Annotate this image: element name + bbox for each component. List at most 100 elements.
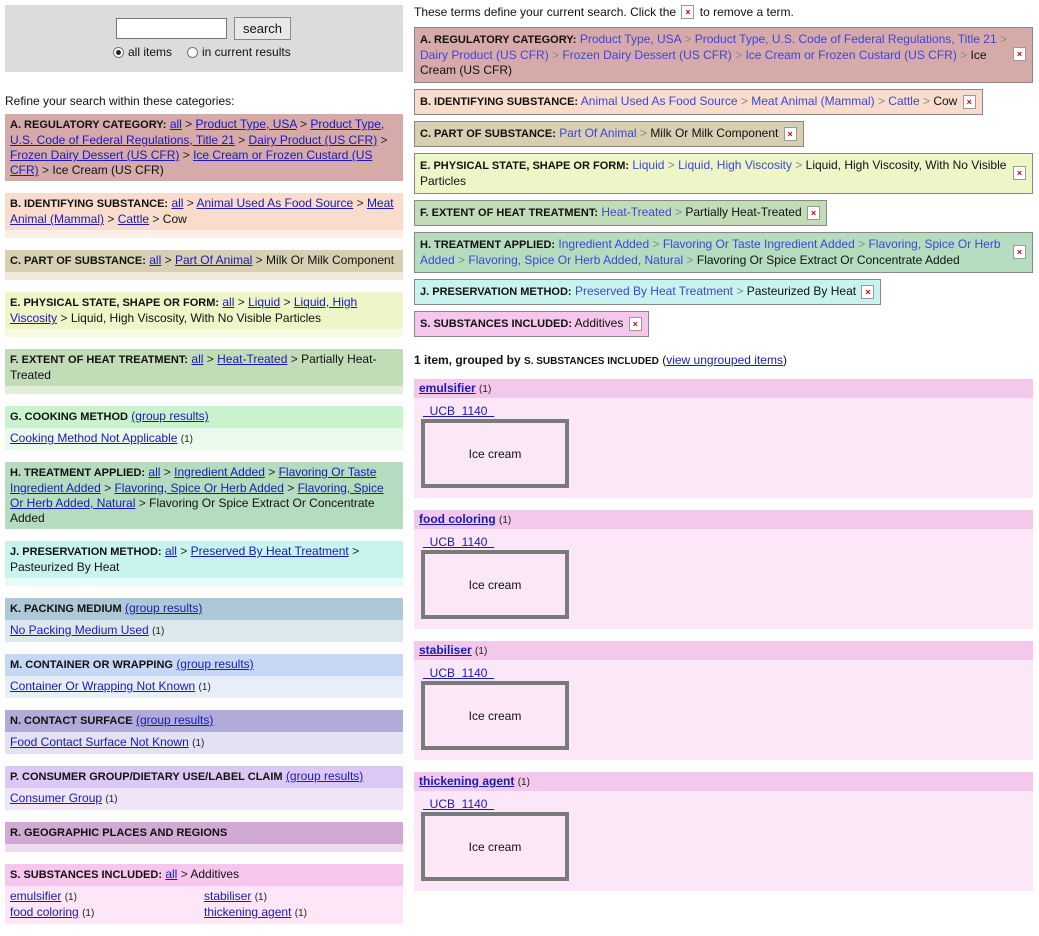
term-label: E. PHYSICAL STATE, SHAPE OR FORM [420,160,626,172]
facet-item: emulsifier (1) [10,889,204,905]
term-path-link[interactable]: Product Type, USA [580,32,681,46]
facet-link[interactable]: No Packing Medium Used [10,623,149,637]
group-title-link[interactable]: stabiliser [419,643,472,657]
category-h: H. TREATMENT APPLIED: all > Ingredient A… [5,462,403,529]
group-count: (1) [517,777,530,788]
category-c-all-link[interactable]: all [149,253,161,267]
result-group-body: UCB 1140 Ice cream [414,529,1033,629]
term-path-link[interactable]: Ice Cream or Frozen Custard (US CFR) [745,48,956,62]
category-f-label: F. EXTENT OF HEAT TREATMENT [10,354,185,366]
category-b-label: B. IDENTIFYING SUBSTANCE [10,198,165,210]
term-path-link[interactable]: Heat-Treated [601,205,671,219]
result-group: stabiliser (1) UCB 1140 Ice cream [414,641,1033,760]
record-card[interactable]: Ice cream [421,812,569,881]
category-r-footer [5,844,403,852]
remove-term-icon[interactable]: × [861,284,875,299]
remove-term-icon[interactable]: × [962,94,976,109]
search-input[interactable] [116,18,227,39]
category-b-all-link[interactable]: all [171,196,183,210]
category-j-all-link[interactable]: all [165,544,177,558]
record-link[interactable]: UCB 1140 [423,666,1027,680]
facet-link[interactable]: Food Contact Surface Not Known [10,735,189,749]
category-f-all-link[interactable]: all [191,352,203,366]
view-ungrouped-link[interactable]: view ungrouped items [666,353,783,367]
group-results-link[interactable]: (group results) [176,657,253,671]
path-link[interactable]: Product Type, USA [196,117,297,131]
group-title-link[interactable]: emulsifier [419,381,476,395]
term-path-link[interactable]: Part Of Animal [559,126,636,140]
record-link[interactable]: UCB 1140 [423,797,1027,811]
search-button[interactable]: search [234,17,291,40]
facet-link[interactable]: stabiliser [204,889,251,903]
remove-term-icon[interactable]: × [1013,165,1026,180]
facet-link[interactable]: Cooking Method Not Applicable [10,431,177,445]
radio-selected-icon[interactable] [113,46,124,58]
term-path-link[interactable]: Ingredient Added [558,237,649,251]
remove-term-icon[interactable]: × [628,316,642,331]
category-j: J. PRESERVATION METHOD: all > Preserved … [5,541,403,586]
category-k: K. PACKING MEDIUM (group results) No Pac… [5,598,403,642]
path-link[interactable]: Heat-Treated [217,352,287,366]
term-path-link[interactable]: Frozen Dairy Dessert (US CFR) [562,48,731,62]
radio-current-results[interactable]: in current results [187,45,291,59]
path-link[interactable]: Liquid [248,295,280,309]
remove-term-icon[interactable]: × [1013,244,1026,259]
term-current: Milk Or Milk Component [650,126,779,140]
term-path-link[interactable]: Dairy Product (US CFR) [420,48,549,62]
group-title-link[interactable]: food coloring [419,512,496,526]
remove-term-icon[interactable]: × [783,126,797,141]
facet-link[interactable]: Container Or Wrapping Not Known [10,679,195,693]
remove-term-icon[interactable]: × [806,205,820,220]
facet-link[interactable]: emulsifier [10,889,61,903]
category-a-all-link[interactable]: all [170,117,182,131]
record-card[interactable]: Ice cream [421,550,569,619]
category-g-label: G. COOKING METHOD [10,411,128,423]
group-results-link[interactable]: (group results) [131,409,208,423]
term-path-link[interactable]: Preserved By Heat Treatment [575,284,733,298]
term-path-link[interactable]: Liquid [632,158,664,172]
radio-unselected-icon[interactable] [187,46,198,58]
term-f: F. EXTENT OF HEAT TREATMENT: Heat-Treate… [414,200,827,226]
group-results-link[interactable]: (group results) [125,601,202,615]
group-results-link[interactable]: (group results) [286,769,363,783]
category-b-current: Cow [162,212,187,226]
category-a-body: A. REGULATORY CATEGORY: all > Product Ty… [5,114,403,181]
category-h-all-link[interactable]: all [148,465,160,479]
category-s-all-link[interactable]: all [165,867,177,881]
facet-link[interactable]: food coloring [10,905,79,919]
record-card[interactable]: Ice cream [421,681,569,750]
term-path-link[interactable]: Flavoring, Spice Or Herb Added, Natural [468,253,683,267]
category-b: B. IDENTIFYING SUBSTANCE: all > Animal U… [5,193,403,238]
term-path-link[interactable]: Liquid, High Viscosity [678,158,792,172]
path-link[interactable]: Preserved By Heat Treatment [191,544,349,558]
facet-item: thickening agent (1) [204,905,398,921]
path-link[interactable]: Part Of Animal [175,253,252,267]
facet-link[interactable]: thickening agent [204,905,291,919]
path-link[interactable]: Flavoring, Spice Or Herb Added [114,481,283,495]
radio-all-items[interactable]: all items [113,45,172,59]
path-link[interactable]: Animal Used As Food Source [196,196,353,210]
path-link[interactable]: Cattle [118,212,149,226]
facet-link[interactable]: Consumer Group [10,791,102,805]
term-path-link[interactable]: Product Type, U.S. Code of Federal Regul… [695,32,997,46]
group-count: (1) [475,646,488,657]
term-current: Cow [933,94,958,108]
group-title-link[interactable]: thickening agent [419,774,514,788]
category-e-all-link[interactable]: all [222,295,234,309]
record-link[interactable]: UCB 1140 [423,404,1027,418]
term-path-link[interactable]: Animal Used As Food Source [581,94,738,108]
record-card[interactable]: Ice cream [421,419,569,488]
path-link[interactable]: Dairy Product (US CFR) [249,133,378,147]
group-results-link[interactable]: (group results) [136,713,213,727]
path-link[interactable]: Ingredient Added [174,465,265,479]
term-path-link[interactable]: Meat Animal (Mammal) [751,94,874,108]
result-group-body: UCB 1140 Ice cream [414,791,1033,891]
category-c-footer [5,272,403,280]
remove-term-icon[interactable]: × [1013,47,1026,61]
term-b: B. IDENTIFYING SUBSTANCE: Animal Used As… [414,89,983,115]
path-link[interactable]: Frozen Dairy Dessert (US CFR) [10,148,179,162]
category-e-label: E. PHYSICAL STATE, SHAPE OR FORM [10,297,216,309]
term-path-link[interactable]: Flavoring Or Taste Ingredient Added [663,237,855,251]
term-path-link[interactable]: Cattle [888,94,919,108]
record-link[interactable]: UCB 1140 [423,535,1027,549]
